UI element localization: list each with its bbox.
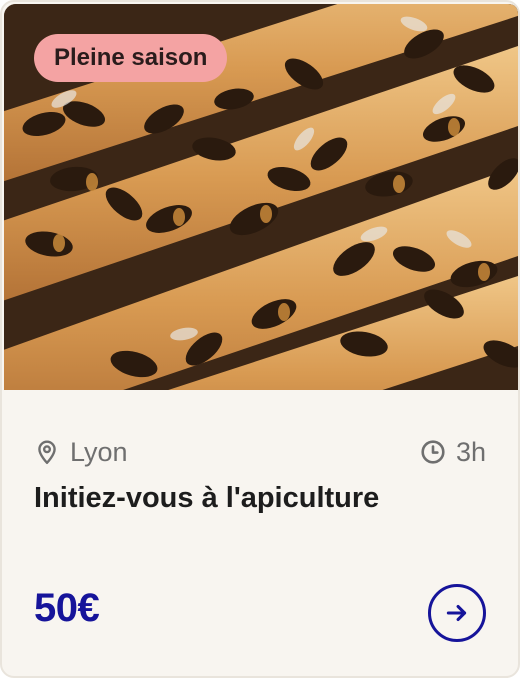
season-badge: Pleine saison bbox=[34, 34, 228, 82]
clock-icon bbox=[420, 439, 446, 465]
location-info: Lyon bbox=[34, 437, 128, 468]
duration-info: 3h bbox=[420, 437, 486, 468]
price: 50€ bbox=[34, 586, 100, 630]
meta-row: Lyon 3h bbox=[34, 434, 486, 470]
map-pin-icon bbox=[34, 439, 60, 465]
view-details-button[interactable] bbox=[428, 584, 486, 642]
experience-card[interactable]: Pleine saison Lyon 3h Initiez-vous à l'a… bbox=[0, 0, 520, 678]
arrow-right-icon bbox=[444, 600, 470, 626]
experience-title[interactable]: Initiez-vous à l'apiculture bbox=[34, 482, 486, 515]
location-text: Lyon bbox=[70, 436, 128, 467]
duration-text: 3h bbox=[455, 436, 486, 467]
